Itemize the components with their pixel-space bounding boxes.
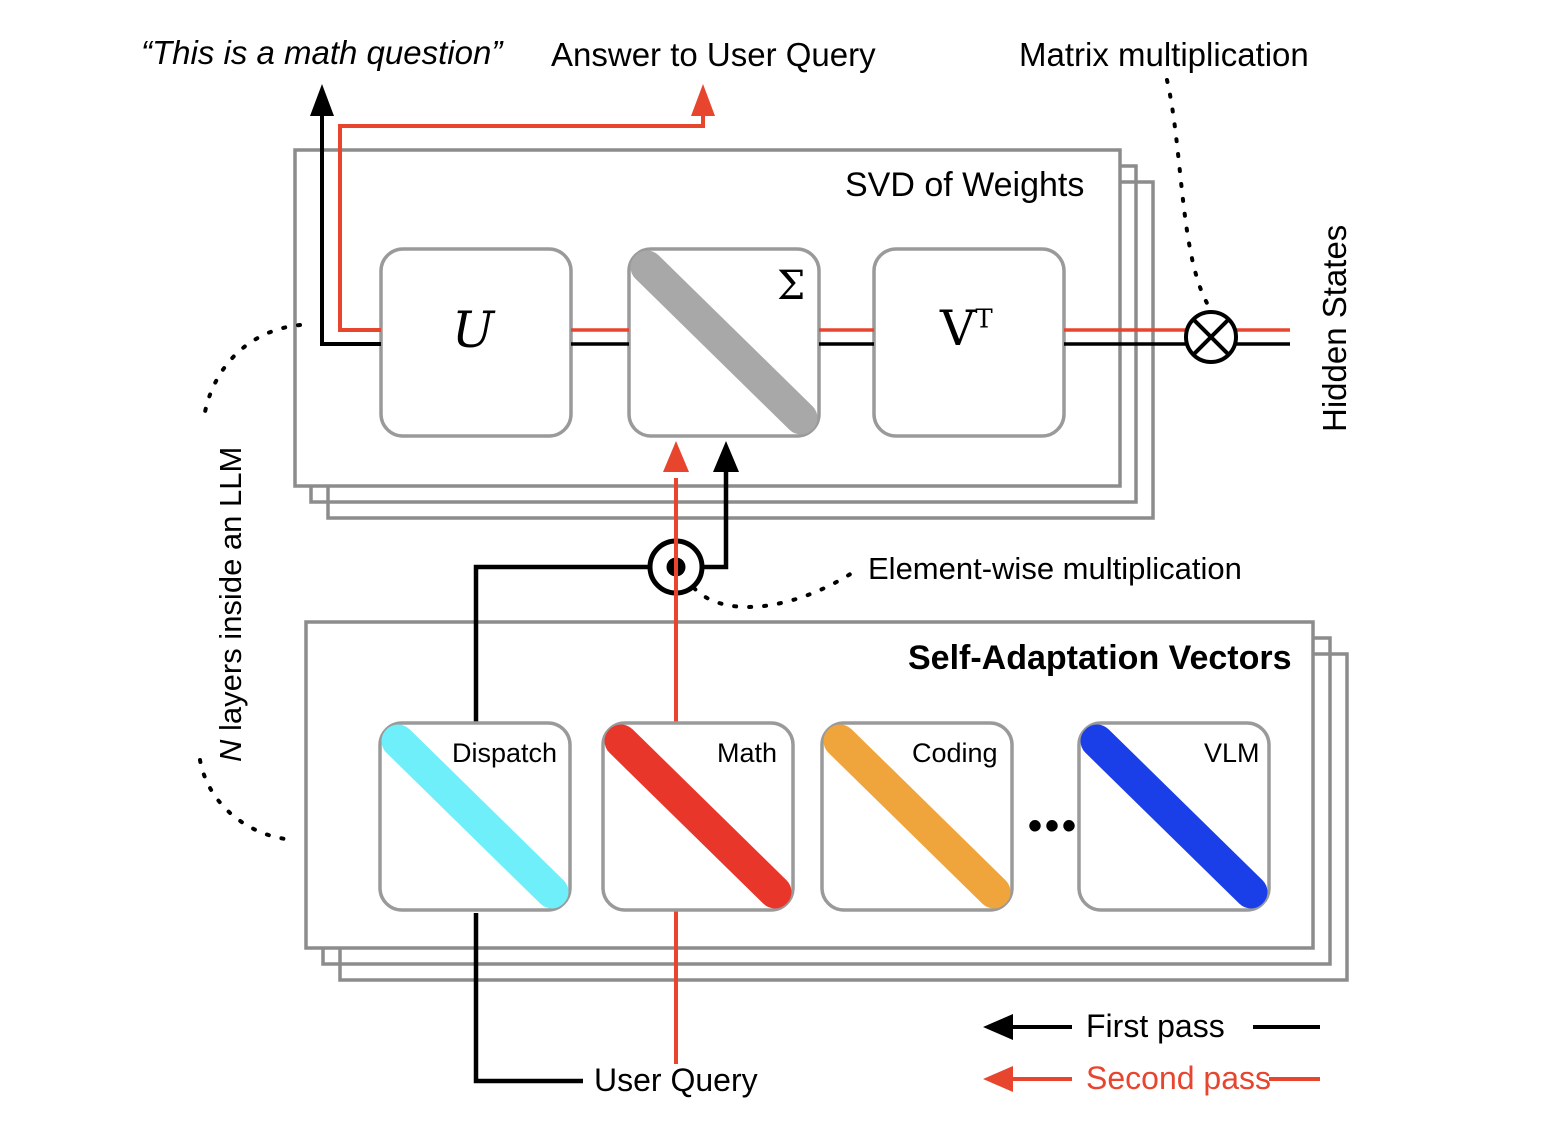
caption-n-layers-inside-llm: N layers inside an LLM [213,446,248,762]
n-layers-leader-bottom [198,758,298,842]
caption-user-query: User Query [594,1062,758,1098]
matrix-multiplication-operator [1184,310,1238,364]
caption-matrix-multiplication: Matrix multiplication [1019,36,1309,73]
n-layers-leader-top [203,323,302,414]
sav-block-math-label: Math [717,738,778,768]
caption-answer-to-user-query: Answer to User Query [551,36,876,73]
arrowhead-first-pass-quote [310,84,334,116]
caption-user-question: “This is a math question” [141,34,503,71]
caption-n-layers-text: layers inside an LLM [213,446,248,740]
sav-block-coding-label: Coding [912,738,998,768]
svd-block-vt-base: V [940,300,976,357]
svd-block-sigma-label: Σ [777,263,806,309]
svd-block-vt-label: VT [940,304,993,353]
caption-elementwise-multiplication: Element-wise multiplication [868,551,1242,586]
caption-hidden-states: Hidden States [1316,224,1353,432]
sav-ellipsis: ••• [1028,804,1080,848]
matrix-mult-leader [1165,78,1210,307]
arrowhead-second-pass-answer [691,84,715,116]
elementwise-mult-leader [692,571,854,609]
svd-panel-title: SVD of Weights [845,166,1085,204]
legend-label-second-pass: Second pass [1086,1060,1272,1096]
sav-block-dispatch-label: Dispatch [452,738,558,768]
legend-label-first-pass: First pass [1086,1008,1225,1044]
svd-block-u-label: U [452,301,495,359]
sav-block-vlm-label: VLM [1204,738,1260,768]
diagram-canvas: “This is a math question” Answer to User… [0,0,1562,1126]
sav-panel-title: Self-Adaptation Vectors [908,639,1292,677]
caption-n-layers-variable: N [213,739,248,762]
svd-block-vt-superscript: T [975,304,993,335]
